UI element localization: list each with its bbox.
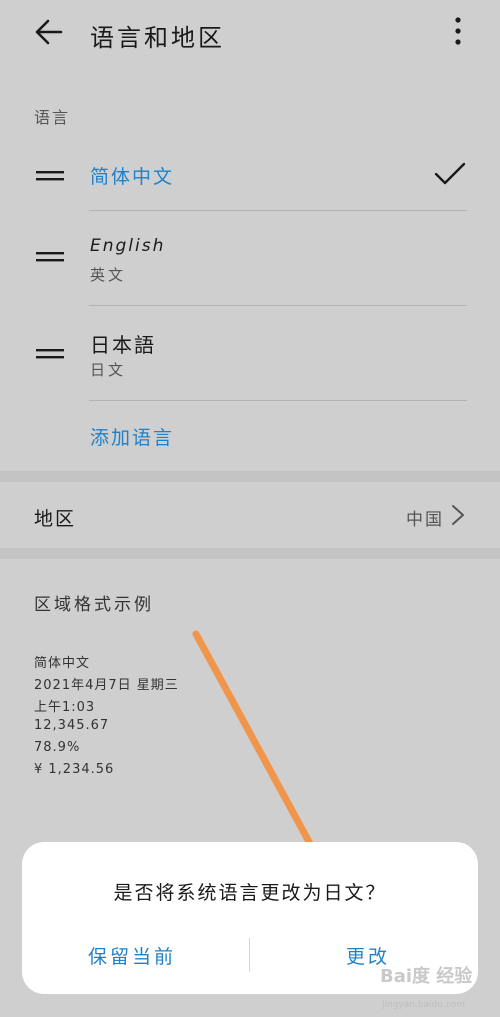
language-name: 简体中文: [90, 166, 175, 188]
keep-current-button[interactable]: 保留当前: [22, 942, 242, 969]
watermark-brand: Bai度 经验: [380, 966, 473, 987]
format-line-time: 上午1:03: [34, 700, 96, 715]
drag-handle-icon[interactable]: [36, 249, 64, 265]
region-value: 中国: [406, 510, 444, 530]
more-vertical-icon[interactable]: [448, 16, 468, 48]
app-header: 语言和地区: [0, 0, 500, 66]
dialog-button-separator: [249, 938, 250, 972]
language-section-label: 语言: [34, 108, 71, 127]
language-item-japanese[interactable]: 日本語 日文: [0, 306, 500, 400]
back-arrow-icon[interactable]: [34, 17, 64, 47]
language-subtitle: 日文: [90, 361, 127, 379]
drag-handle-icon[interactable]: [36, 346, 64, 362]
baidu-watermark: Bai度 经验 jingyan.baidu.com: [380, 962, 498, 1014]
region-label: 地区: [34, 508, 77, 530]
format-example-title: 区域格式示例: [34, 595, 154, 615]
language-item-zh-hans[interactable]: 简体中文: [0, 140, 500, 210]
language-item-english[interactable]: English 英文: [0, 211, 500, 305]
page-title: 语言和地区: [90, 24, 225, 52]
dialog-message: 是否将系统语言更改为日文？: [113, 882, 387, 904]
checkmark-icon: [434, 162, 466, 185]
add-language-link[interactable]: 添加语言: [90, 423, 174, 450]
language-name: 日本語: [90, 333, 156, 357]
format-line-currency: ¥ 1,234.56: [34, 762, 115, 777]
language-subtitle: 英文: [90, 266, 127, 284]
divider: [89, 400, 467, 401]
language-name: English: [90, 236, 166, 256]
format-line-percent: 78.9%: [34, 740, 81, 755]
format-line-language: 简体中文: [34, 656, 91, 671]
region-row[interactable]: 地区 中国: [0, 482, 500, 548]
watermark-url: jingyan.baidu.com: [382, 1000, 466, 1010]
chevron-right-icon: [452, 505, 464, 525]
format-line-date: 2021年4月7日 星期三: [34, 678, 179, 693]
format-line-number: 12,345.67: [34, 718, 110, 733]
section-separator: [0, 548, 500, 559]
section-separator: [0, 471, 500, 482]
drag-handle-icon[interactable]: [36, 168, 64, 184]
